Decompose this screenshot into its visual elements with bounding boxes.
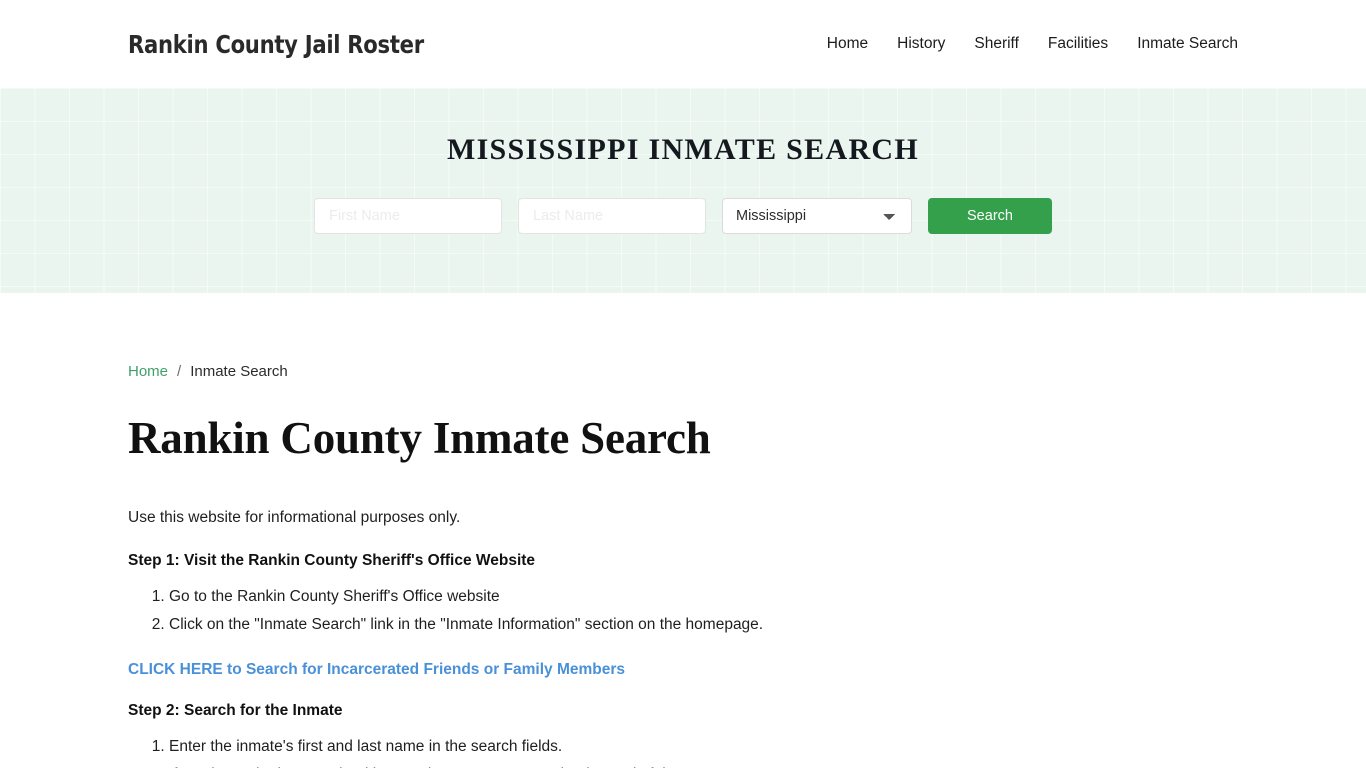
main-content: Home / Inmate Search Rankin County Inmat… bbox=[0, 293, 1366, 768]
page-title: Rankin County Inmate Search bbox=[128, 413, 711, 463]
list-item: Go to the Rankin County Sheriff's Office… bbox=[169, 586, 1238, 608]
nav-item-inmate-search[interactable]: Inmate Search bbox=[1137, 35, 1238, 53]
list-item: If you know the inmate's booking number,… bbox=[169, 764, 1238, 768]
nav-item-history[interactable]: History bbox=[897, 35, 945, 53]
list-item: Click on the "Inmate Search" link in the… bbox=[169, 614, 1238, 636]
list-item: Enter the inmate's first and last name i… bbox=[169, 736, 1238, 758]
breadcrumb: Home / Inmate Search bbox=[128, 293, 1238, 380]
step2-list: Enter the inmate's first and last name i… bbox=[128, 736, 1238, 768]
search-button[interactable]: Search bbox=[928, 198, 1052, 234]
step1-heading: Step 1: Visit the Rankin County Sheriff'… bbox=[128, 551, 536, 569]
main-navigation: Home History Sheriff Facilities Inmate S… bbox=[827, 35, 1238, 53]
step2-heading: Step 2: Search for the Inmate bbox=[128, 701, 343, 719]
breadcrumb-separator: / bbox=[177, 363, 182, 380]
hero-title: MISSISSIPPI INMATE SEARCH bbox=[446, 133, 920, 166]
state-select[interactable]: Mississippi bbox=[722, 198, 912, 234]
inmate-search-form: Mississippi Search bbox=[314, 198, 1052, 234]
last-name-input[interactable] bbox=[518, 198, 706, 234]
intro-paragraph: Use this website for informational purpo… bbox=[128, 508, 461, 526]
nav-item-home[interactable]: Home bbox=[827, 35, 868, 53]
hero-search-banner: MISSISSIPPI INMATE SEARCH Mississippi Se… bbox=[0, 88, 1366, 293]
nav-item-facilities[interactable]: Facilities bbox=[1048, 35, 1108, 53]
breadcrumb-home-link[interactable]: Home bbox=[128, 363, 168, 380]
nav-item-sheriff[interactable]: Sheriff bbox=[974, 35, 1019, 53]
inmate-search-cta-link[interactable]: CLICK HERE to Search for Incarcerated Fr… bbox=[128, 661, 1238, 679]
site-header: Rankin County Jail Roster Home History S… bbox=[0, 0, 1366, 88]
breadcrumb-current: Inmate Search bbox=[190, 363, 288, 380]
first-name-input[interactable] bbox=[314, 198, 502, 234]
site-brand-title[interactable]: Rankin County Jail Roster bbox=[128, 30, 424, 59]
step1-list: Go to the Rankin County Sheriff's Office… bbox=[128, 586, 1238, 637]
